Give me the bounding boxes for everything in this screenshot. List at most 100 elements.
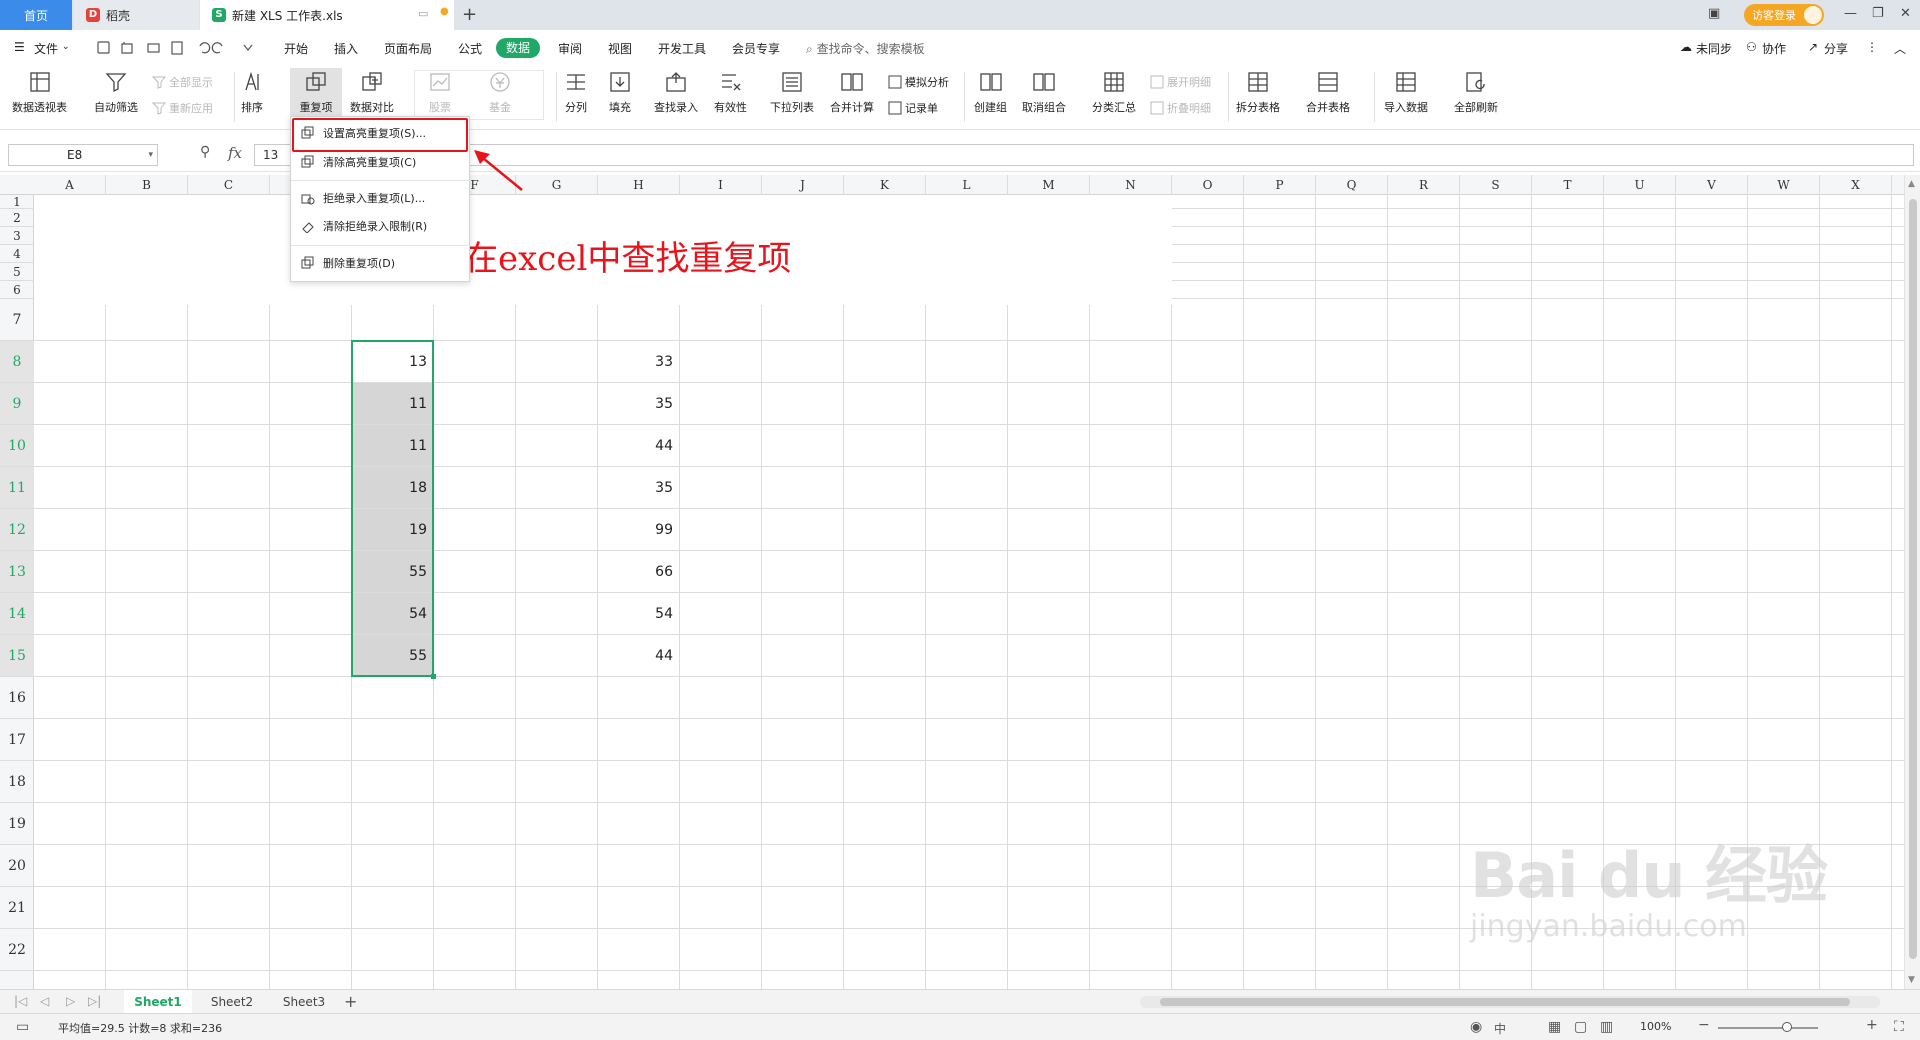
- cell-H12[interactable]: 99: [598, 509, 679, 550]
- scroll-up-icon[interactable]: ▲: [1908, 179, 1915, 189]
- collapse-detail-button[interactable]: 折叠明细: [1150, 100, 1211, 116]
- zoom-slider-handle[interactable]: [1782, 1022, 1792, 1032]
- column-header-A[interactable]: A: [34, 175, 106, 195]
- row-header-11[interactable]: 11: [0, 467, 34, 509]
- visitor-login-button[interactable]: 访客登录: [1744, 4, 1824, 26]
- tab-start[interactable]: 开始: [284, 40, 308, 57]
- fund-button[interactable]: 基金: [488, 70, 512, 115]
- hamburger-icon[interactable]: ☰: [14, 40, 25, 54]
- reapply-button[interactable]: 重新应用: [152, 100, 213, 116]
- page-break-view-icon[interactable]: ▥: [1600, 1019, 1613, 1035]
- record-sheet-button[interactable]: 记录单: [888, 100, 938, 116]
- tab-page-layout[interactable]: 页面布局: [384, 40, 432, 57]
- column-header-P[interactable]: P: [1244, 175, 1316, 195]
- cell-H9[interactable]: 35: [598, 383, 679, 424]
- zoom-in-icon[interactable]: +: [1866, 1017, 1878, 1033]
- sort-button[interactable]: 排序: [240, 70, 264, 115]
- clear-highlight-duplicates-item[interactable]: 清除高亮重复项(C): [291, 149, 471, 175]
- column-header-X[interactable]: X: [1820, 175, 1892, 195]
- delete-duplicates-item[interactable]: 删除重复项(D): [291, 250, 471, 276]
- split-column-button[interactable]: 分列: [564, 70, 588, 115]
- validity-button[interactable]: 有效性: [714, 70, 747, 115]
- row-header-2[interactable]: 2: [0, 209, 34, 227]
- column-header-W[interactable]: W: [1748, 175, 1820, 195]
- column-header-I[interactable]: I: [680, 175, 762, 195]
- input-method-indicator[interactable]: 中: [1494, 1020, 1506, 1037]
- lookup-entry-button[interactable]: 查找录入: [654, 70, 698, 115]
- column-header-U[interactable]: U: [1604, 175, 1676, 195]
- column-header-O[interactable]: O: [1172, 175, 1244, 195]
- sheet-tab-2[interactable]: Sheet2: [200, 990, 264, 1014]
- column-header-V[interactable]: V: [1676, 175, 1748, 195]
- row-header-13[interactable]: 13: [0, 551, 34, 593]
- monitor-icon[interactable]: ▭: [418, 7, 428, 20]
- merged-title-cell[interactable]: 在excel中查找重复项: [34, 195, 1172, 305]
- chevron-down-icon[interactable]: ▾: [148, 145, 153, 165]
- ungroup-button[interactable]: 取消组合: [1022, 70, 1066, 115]
- row-header-6[interactable]: 6: [0, 281, 34, 299]
- consolidate-button[interactable]: 合并计算: [830, 70, 874, 115]
- collab-icon[interactable]: ⚇: [1746, 40, 1757, 54]
- cell-H14[interactable]: 54: [598, 593, 679, 634]
- row-header-12[interactable]: 12: [0, 509, 34, 551]
- eye-protection-icon[interactable]: ◉: [1470, 1019, 1482, 1035]
- tab-formula[interactable]: 公式: [458, 40, 482, 57]
- column-header-J[interactable]: J: [762, 175, 844, 195]
- row-header-20[interactable]: 20: [0, 845, 34, 887]
- selection-range[interactable]: [351, 340, 434, 677]
- column-header-L[interactable]: L: [926, 175, 1008, 195]
- split-table-button[interactable]: 拆分表格: [1236, 70, 1280, 115]
- row-header-4[interactable]: 4: [0, 245, 34, 263]
- new-tab-button[interactable]: +: [462, 4, 477, 25]
- column-header-B[interactable]: B: [106, 175, 188, 195]
- duplicates-button[interactable]: 重复项: [290, 68, 342, 116]
- data-compare-button[interactable]: 数据对比: [350, 70, 394, 115]
- home-tab[interactable]: 首页: [0, 0, 72, 30]
- column-header-H[interactable]: H: [598, 175, 680, 195]
- horizontal-scroll-thumb[interactable]: [1160, 998, 1850, 1006]
- file-menu[interactable]: 文件: [34, 40, 58, 57]
- macro-record-icon[interactable]: ▭: [16, 1019, 29, 1035]
- command-search[interactable]: ⌕ 查找命令、搜索模板: [806, 40, 925, 57]
- sync-status[interactable]: 未同步: [1696, 40, 1732, 57]
- cell-H11[interactable]: 35: [598, 467, 679, 508]
- column-header-C[interactable]: C: [188, 175, 270, 195]
- row-header-18[interactable]: 18: [0, 761, 34, 803]
- zoom-slider[interactable]: [1718, 1027, 1818, 1029]
- sheet-tab-3[interactable]: Sheet3: [272, 990, 336, 1014]
- collapse-ribbon-icon[interactable]: ︿: [1894, 40, 1906, 57]
- column-header-T[interactable]: T: [1532, 175, 1604, 195]
- stock-button[interactable]: 股票: [428, 70, 452, 115]
- restore-icon[interactable]: ❐: [1872, 6, 1884, 21]
- row-header-17[interactable]: 17: [0, 719, 34, 761]
- more-icon[interactable]: ⋮: [1866, 40, 1878, 54]
- column-header-N[interactable]: N: [1090, 175, 1172, 195]
- merge-table-button[interactable]: 合并表格: [1306, 70, 1350, 115]
- row-header-15[interactable]: 15: [0, 635, 34, 677]
- what-if-analysis-button[interactable]: 模拟分析: [888, 74, 949, 90]
- share-button[interactable]: 分享: [1824, 40, 1848, 57]
- row-header-21[interactable]: 21: [0, 887, 34, 929]
- show-all-button[interactable]: 全部显示: [152, 74, 213, 90]
- scroll-down-icon[interactable]: ▼: [1908, 975, 1915, 985]
- prev-sheet-icon[interactable]: ◁: [40, 994, 49, 1008]
- dropdown-list-button[interactable]: 下拉列表: [770, 70, 814, 115]
- next-sheet-icon[interactable]: ▷: [66, 994, 75, 1008]
- horizontal-scrollbar[interactable]: [1140, 996, 1880, 1008]
- zoom-search-icon[interactable]: ⚲: [200, 144, 210, 160]
- reject-duplicate-entry-item[interactable]: 拒绝录入重复项(L)...: [291, 185, 471, 211]
- expand-detail-button[interactable]: 展开明细: [1150, 74, 1211, 90]
- fill-handle[interactable]: [431, 674, 436, 679]
- row-header-7[interactable]: 7: [0, 299, 34, 341]
- cell-H15[interactable]: 44: [598, 635, 679, 676]
- chevron-down-icon[interactable]: ⌄: [62, 42, 70, 52]
- import-data-button[interactable]: 导入数据: [1384, 70, 1428, 115]
- share-icon[interactable]: ↗: [1808, 40, 1818, 54]
- tab-developer[interactable]: 开发工具: [658, 40, 706, 57]
- zoom-level[interactable]: 100%: [1640, 1020, 1671, 1033]
- row-header-3[interactable]: 3: [0, 227, 34, 245]
- row-header-8[interactable]: 8: [0, 341, 34, 383]
- cell-H10[interactable]: 44: [598, 425, 679, 466]
- row-header-22[interactable]: 22: [0, 929, 34, 971]
- add-sheet-button[interactable]: +: [344, 990, 357, 1014]
